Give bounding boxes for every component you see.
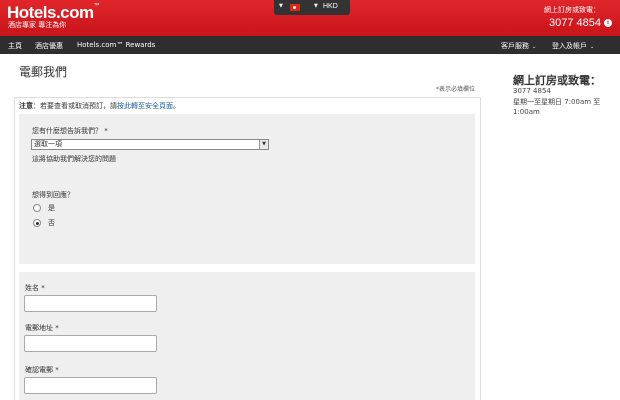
radio-yes-label: 是 xyxy=(48,204,55,212)
nav-sign-in[interactable]: 登入及帳戶 ⌄ xyxy=(552,41,594,51)
nav-sign-in-label: 登入及帳戶 xyxy=(552,42,587,50)
chevron-down-icon: ⌄ xyxy=(532,44,537,50)
chevron-down-icon: ▼ xyxy=(314,3,318,9)
nav-deals[interactable]: 酒店優惠 xyxy=(35,41,63,51)
phone-number: 3077 4854 xyxy=(549,17,601,29)
notice-end: 。 xyxy=(173,102,180,110)
nav-customer-service[interactable]: 客戶服務 ⌄ xyxy=(501,41,536,51)
name-input[interactable] xyxy=(24,295,157,312)
main-nav: 主頁 酒店優惠 Hotels.com™ Rewards 客戶服務 ⌄ 登入及帳戶 ⌄ xyxy=(0,36,620,54)
phone-label: 網上訂房或致電： xyxy=(544,6,600,14)
notice: 注意：若要查看或取消預訂，請按此轉至安全頁面。 xyxy=(19,101,180,111)
notice-label: 注意 xyxy=(19,102,33,110)
topic-help-text: 這將協助我們解決您的問題 xyxy=(32,155,116,163)
info-icon[interactable]: i xyxy=(604,19,612,27)
notice-text: ：若要查看或取消預訂，請 xyxy=(33,102,117,110)
inquiry-panel xyxy=(19,114,475,264)
chevron-down-icon: ▼ xyxy=(259,140,268,149)
email-input[interactable] xyxy=(24,335,157,352)
locale-currency-selector[interactable]: ▼ ▼ HKD xyxy=(274,0,350,15)
radio-yes[interactable] xyxy=(33,204,41,212)
logo-trademark: ™ xyxy=(93,3,100,9)
radio-no[interactable] xyxy=(33,219,41,227)
currency-label: HKD xyxy=(323,3,338,10)
name-label: 姓名 * xyxy=(25,284,45,292)
sidebar-title: 網上訂房或致電： xyxy=(513,74,601,87)
page-title: 電郵我們 xyxy=(19,65,68,79)
confirm-email-label: 確認電郵 * xyxy=(25,366,59,374)
topic-select[interactable]: 選取一項 ▼ xyxy=(31,139,269,150)
nav-rewards[interactable]: Hotels.com™ Rewards xyxy=(77,41,155,49)
hong-kong-flag-icon xyxy=(290,4,300,11)
nav-home[interactable]: 主頁 xyxy=(8,41,22,51)
nav-customer-service-label: 客戶服務 xyxy=(501,42,529,50)
topic-select-value: 選取一項 xyxy=(34,140,62,148)
secure-page-link[interactable]: 按此轉至安全頁面 xyxy=(117,102,173,110)
chevron-down-icon: ⌄ xyxy=(590,44,595,50)
response-question-label: 想得到回應？ xyxy=(32,191,74,199)
confirm-email-input[interactable] xyxy=(24,377,157,394)
radio-yes-row[interactable]: 是 xyxy=(33,203,55,213)
topic-question-label: 您有什麼想告訴我們？ * xyxy=(32,127,108,135)
radio-no-label: 否 xyxy=(48,219,55,227)
radio-no-row[interactable]: 否 xyxy=(33,218,55,228)
chevron-down-icon: ▼ xyxy=(279,3,283,9)
sidebar-phone: 3077 4854 xyxy=(513,87,551,95)
required-note: *表示必填欄位 xyxy=(436,86,476,93)
tagline: 酒店專家 專注為你 xyxy=(8,21,67,29)
site-header: Hotels.com™ 酒店專家 專注為你 ▼ ▼ HKD 網上訂房或致電： 3… xyxy=(0,0,620,36)
sidebar-hours: 星期一至星期日 7:00am 至 1:00am xyxy=(513,98,601,116)
email-label: 電郵地址 * xyxy=(25,324,59,332)
